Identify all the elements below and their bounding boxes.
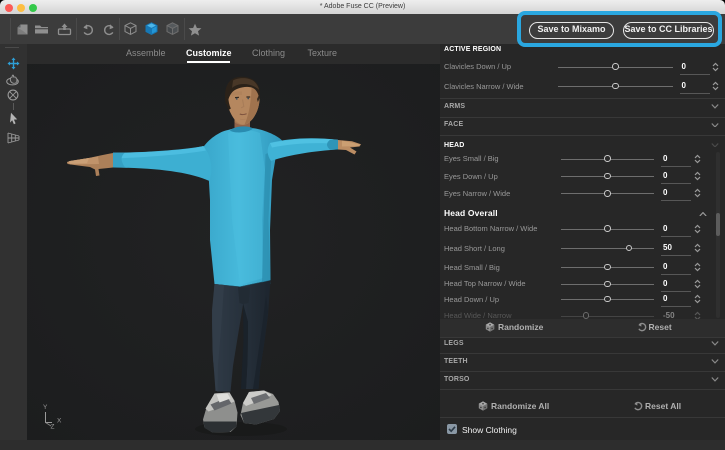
svg-text:Y: Y — [43, 404, 48, 411]
svg-text:Z: Z — [51, 424, 55, 431]
svg-text:X: X — [57, 418, 62, 425]
